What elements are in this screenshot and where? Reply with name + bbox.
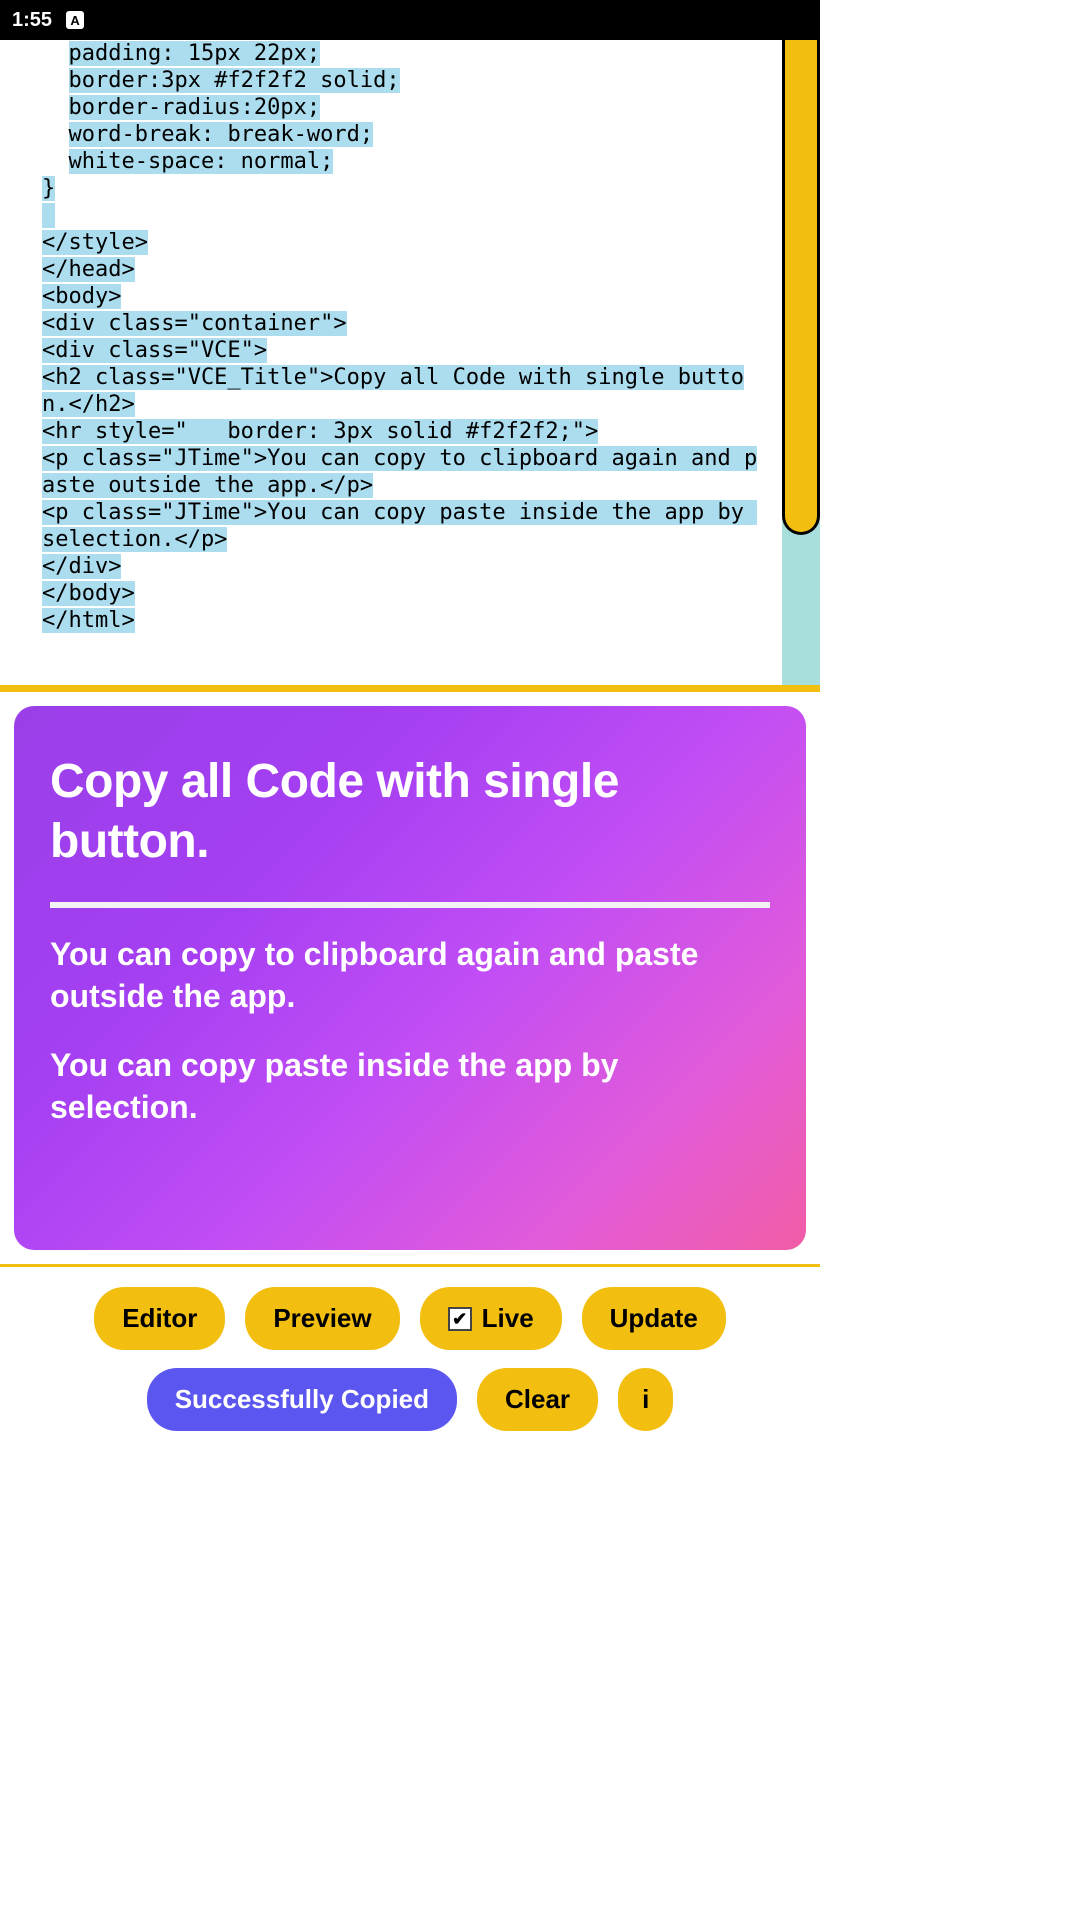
info-button[interactable]: i [618,1368,673,1431]
clear-button-label: Clear [505,1384,570,1415]
update-button-label: Update [610,1303,698,1334]
preview-pane: Copy all Code with single button. You ca… [0,692,820,1264]
preview-button-label: Preview [273,1303,371,1334]
toolbar: Editor Preview ✔ Live Update Successfull… [0,1267,820,1441]
clear-button[interactable]: Clear [477,1368,598,1431]
code-content[interactable]: padding: 15px 22px; border:3px #f2f2f2 s… [0,40,820,634]
scrollbar-thumb[interactable] [782,40,820,535]
live-button-label: Live [482,1303,534,1334]
pane-divider [0,685,820,692]
preview-title: Copy all Code with single button. [50,752,770,872]
preview-paragraph-2: You can copy paste inside the app by sel… [50,1045,770,1128]
status-bar: 1:55 A [0,0,820,40]
keyboard-icon: A [66,11,84,29]
preview-card: Copy all Code with single button. You ca… [14,706,806,1250]
preview-hr [50,902,770,908]
copy-status-label: Successfully Copied [175,1384,429,1415]
copy-status-button[interactable]: Successfully Copied [147,1368,457,1431]
preview-button[interactable]: Preview [245,1287,399,1350]
editor-button-label: Editor [122,1303,197,1334]
status-time: 1:55 [12,9,52,32]
preview-paragraph-1: You can copy to clipboard again and past… [50,934,770,1017]
live-toggle-button[interactable]: ✔ Live [420,1287,562,1350]
info-button-label: i [642,1384,649,1415]
live-checkbox-icon: ✔ [448,1307,472,1331]
code-editor-pane[interactable]: padding: 15px 22px; border:3px #f2f2f2 s… [0,40,820,685]
update-button[interactable]: Update [582,1287,726,1350]
editor-button[interactable]: Editor [94,1287,225,1350]
